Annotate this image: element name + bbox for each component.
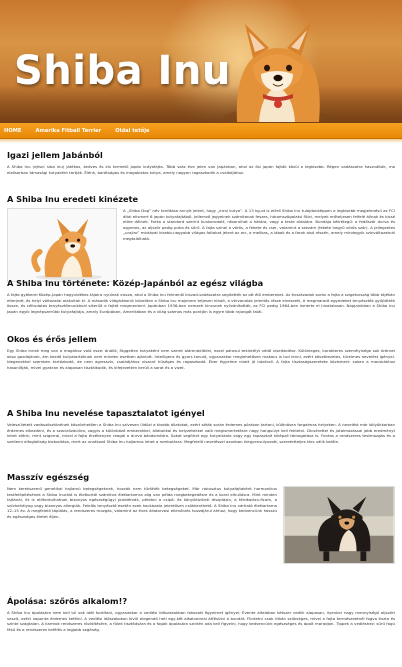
shiba-sitting-image — [7, 208, 117, 282]
section-heading: A Shiba Inu nevelése tapasztalatot igény… — [7, 408, 205, 418]
section-grooming: Ápolása: szőrös alkalom!? A Shiba Inu áp… — [7, 596, 395, 638]
shiba-black-tan-image — [283, 486, 395, 564]
nav-home[interactable]: HOME — [4, 128, 21, 134]
section-heading: Masszív egészség — [7, 472, 90, 482]
section-heading: A Shiba Inu története: Közép-Japánból az… — [7, 278, 264, 288]
section-text: A Shiba Inu (ejtsd: siba inu) játékos, k… — [7, 164, 395, 175]
shiba-header-image — [223, 22, 331, 122]
section-heading: A Shiba Inu eredeti kinézete — [7, 194, 139, 204]
section-character: Okos és érős jellem Egy Shiba Innek meg … — [7, 334, 395, 376]
section-heading: Ápolása: szőrös alkalom!? — [7, 596, 128, 606]
nav-top-of-page[interactable]: Oldal tetője — [115, 128, 149, 134]
section-history: A Shiba Inu története: Közép-Japánból az… — [7, 278, 395, 320]
section-text: A Shiba Inu ápolására nem kell túl sok i… — [7, 610, 395, 632]
section-health: Masszív egészség Nem kerekszemű genetika… — [7, 472, 395, 566]
section-intro: Igazi jellem Jabánból A Shiba Inu (ejtsd… — [7, 150, 395, 181]
nav-amerika-fitball-terrier[interactable]: Amerika Fitball Terrier — [35, 128, 101, 134]
section-appearance: A Shiba Inu eredeti kinézete A „Shiba Do… — [7, 194, 395, 284]
section-text: Egy Shiba Innek meg van a magához való e… — [7, 348, 395, 370]
header-banner: Shiba Inu — [0, 0, 402, 123]
site-title: Shiba Inu — [14, 48, 231, 94]
main-nav: HOME Amerika Fitball Terrier Oldal tetőj… — [0, 123, 402, 139]
section-heading: Okos és érős jellem — [7, 334, 97, 344]
section-training: A Shiba Inu nevelése tapasztalatot igény… — [7, 408, 395, 450]
section-text: A fajta gyökerei Közép-Japán hegyvidékes… — [7, 292, 395, 314]
section-text: Veleszületett vadászösztönének köszönhet… — [7, 422, 395, 444]
section-heading: Igazi jellem Jabánból — [7, 150, 103, 160]
page: Shiba Inu HOME Amerika Fitball Terrier O… — [0, 0, 402, 667]
